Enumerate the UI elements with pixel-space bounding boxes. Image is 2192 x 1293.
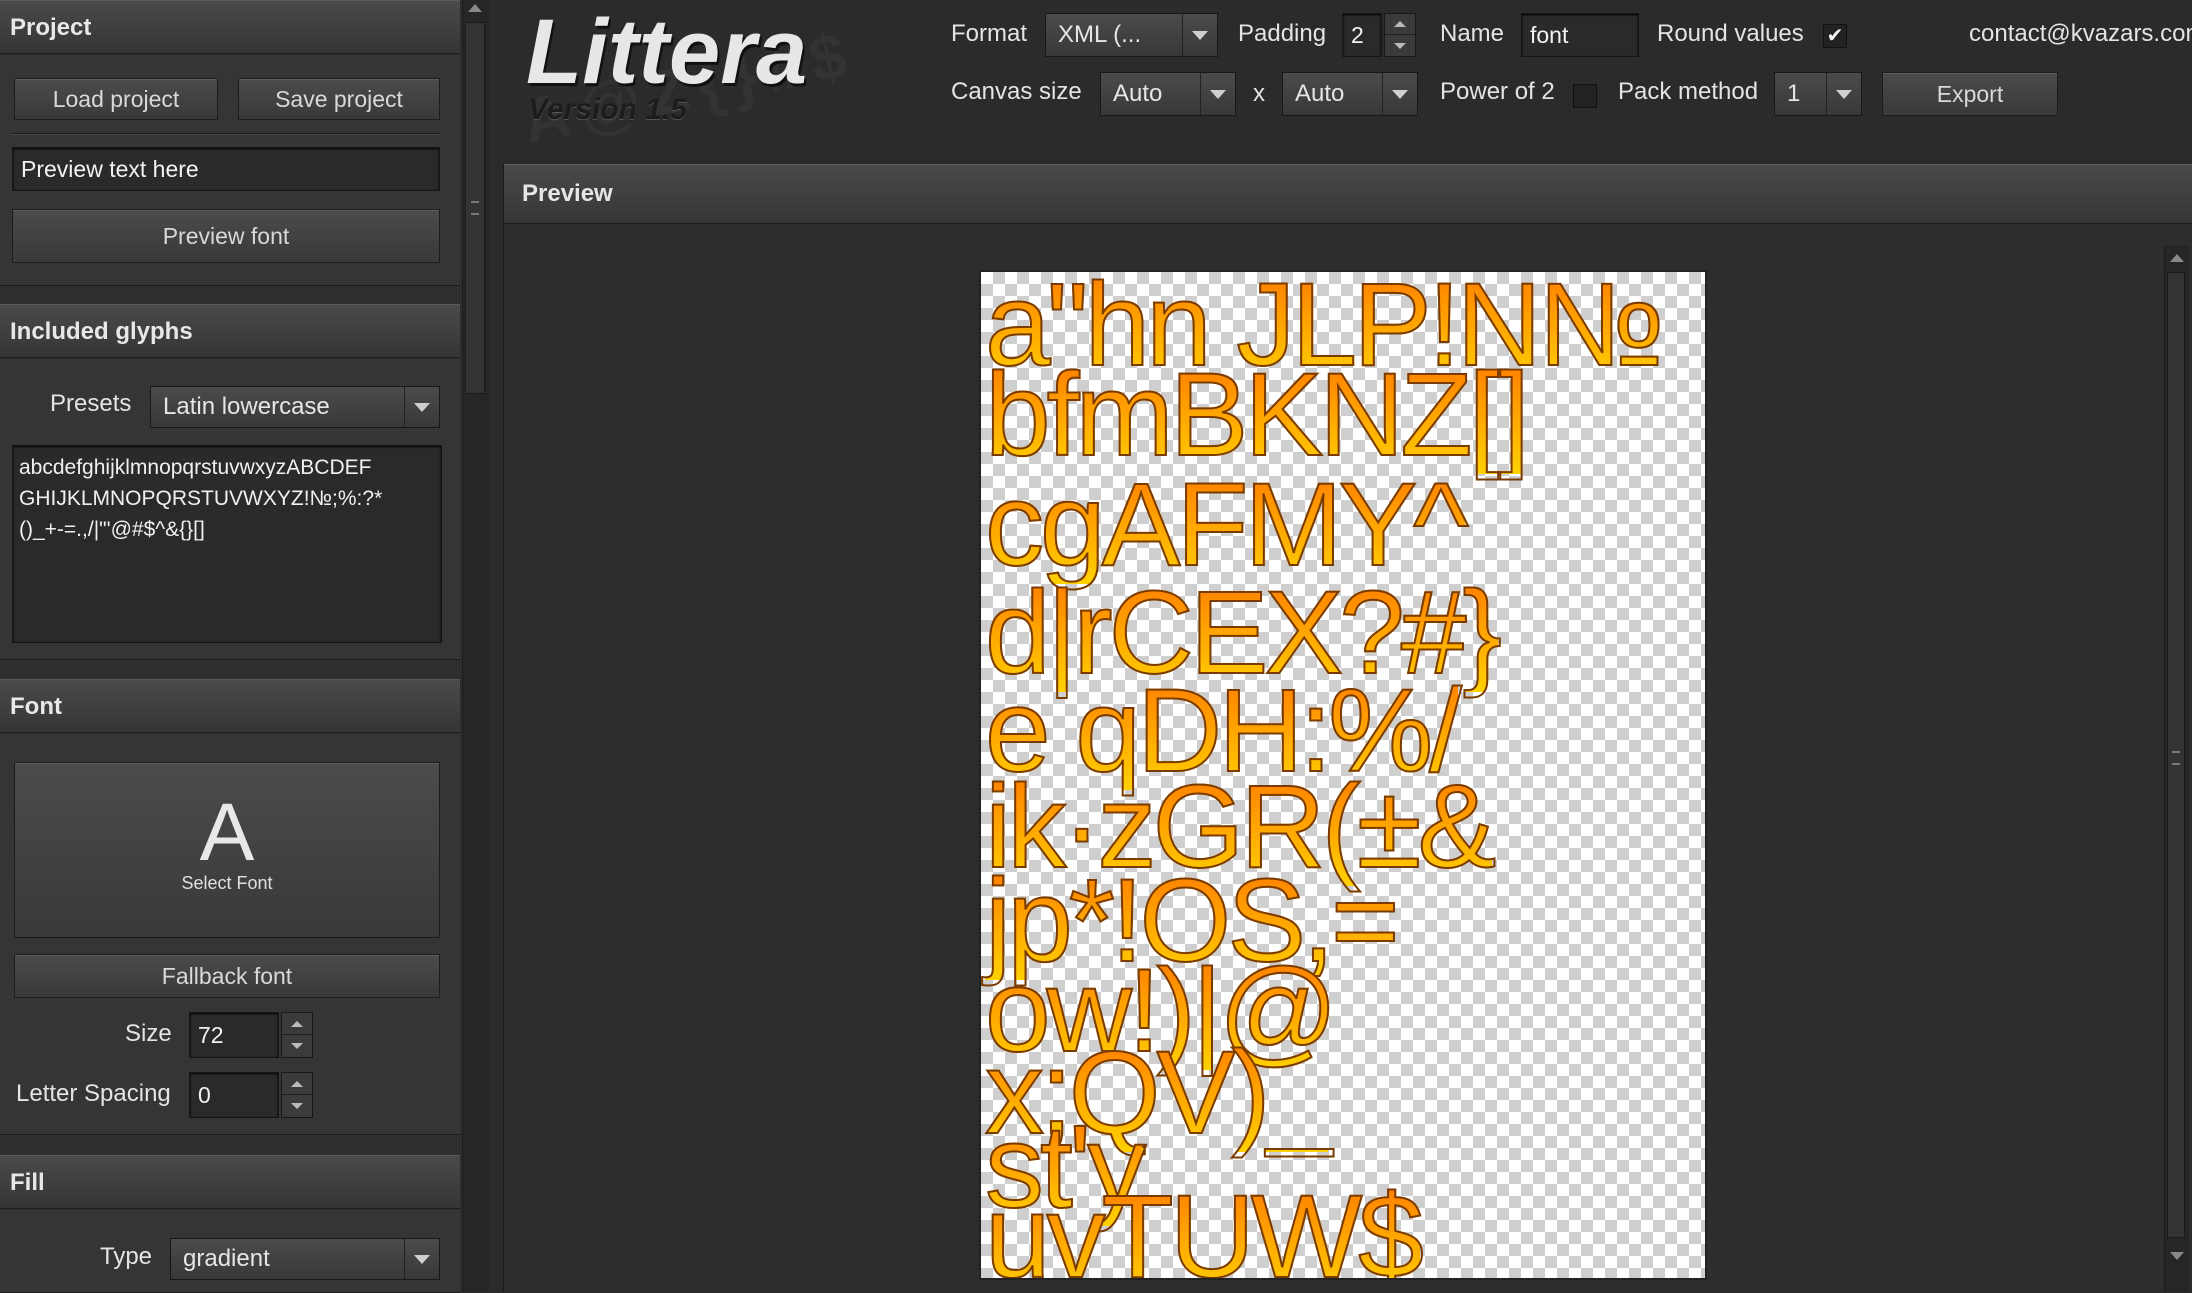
pack-method-select[interactable]: 1: [1774, 72, 1862, 116]
select-font-label: Select Font: [181, 873, 273, 893]
chevron-down-icon: [404, 1239, 439, 1279]
preview-scrollbar[interactable]: [2164, 246, 2189, 1292]
name-input[interactable]: font: [1521, 13, 1639, 57]
preview-text-input[interactable]: Preview text here: [12, 147, 440, 191]
chevron-down-icon: [404, 387, 439, 427]
font-a-icon: A: [199, 787, 255, 878]
format-select[interactable]: XML (...: [1045, 13, 1218, 57]
preview-panel: Preview a"hn JLP!N№ bfmBKNZ[] cgAFMY^ d|…: [503, 164, 2192, 1292]
load-project-button[interactable]: Load project: [14, 78, 218, 120]
pack-method-label: Pack method: [1618, 78, 1759, 105]
preview-title: Preview: [522, 180, 613, 207]
preview-header: Preview: [504, 164, 2192, 224]
round-values-label: Round values: [1657, 20, 1804, 47]
glyphs-panel: Presets Latin lowercase abcdefghijklmnop…: [0, 359, 460, 660]
size-label: Size: [125, 1020, 172, 1047]
logo-area: A@Z{}#$ Littera Version 1.5: [490, 0, 920, 160]
canvas-width-select[interactable]: Auto: [1100, 72, 1236, 116]
up-arrow-icon[interactable]: [282, 1073, 312, 1095]
name-label: Name: [1440, 20, 1505, 47]
project-title: Project: [10, 14, 92, 41]
divider: [12, 133, 440, 134]
fill-title: Fill: [10, 1169, 45, 1196]
letter-spacing-label: Letter Spacing: [16, 1080, 171, 1107]
presets-value: Latin lowercase: [163, 393, 330, 420]
glyphs-line: ()_+-=.,/|"'@#$^&{}[]: [19, 518, 205, 541]
round-values-checkbox[interactable]: ✔: [1823, 24, 1847, 48]
fill-panel-header[interactable]: Fill: [0, 1155, 460, 1209]
contact-link[interactable]: contact@kvazars.com: [1969, 20, 2192, 48]
fill-type-select[interactable]: gradient: [170, 1238, 440, 1280]
down-arrow-icon[interactable]: [1385, 35, 1415, 56]
down-arrow-icon[interactable]: [282, 1035, 312, 1057]
scroll-up-icon[interactable]: [2170, 254, 2184, 262]
project-panel: Load project Save project Preview text h…: [0, 55, 460, 286]
logo-text: Littera: [526, 1, 808, 103]
chevron-down-icon: [1826, 73, 1861, 115]
fill-type-label: Type: [100, 1243, 153, 1270]
left-panel: Project Load project Save project Previe…: [0, 0, 462, 1293]
font-panel-header[interactable]: Font: [0, 679, 460, 733]
pack-method-value: 1: [1787, 80, 1801, 107]
size-stepper[interactable]: [281, 1012, 313, 1058]
canvas-x-label: x: [1253, 80, 1265, 107]
presets-select[interactable]: Latin lowercase: [150, 386, 440, 428]
glyphs-textarea[interactable]: abcdefghijklmnopqrstuvwxyzABCDEF GHIJKLM…: [12, 445, 442, 643]
down-arrow-icon[interactable]: [282, 1095, 312, 1117]
format-value: XML (...: [1058, 21, 1142, 48]
format-label: Format: [951, 20, 1028, 47]
canvas-height-value: Auto: [1295, 80, 1345, 107]
padding-stepper[interactable]: [1384, 13, 1416, 57]
glyphs-title: Included glyphs: [10, 318, 193, 345]
glyphs-panel-header[interactable]: Included glyphs: [0, 304, 460, 358]
presets-label: Presets: [50, 390, 132, 417]
font-title: Font: [10, 693, 62, 720]
chevron-down-icon: [1182, 14, 1217, 56]
scroll-down-icon[interactable]: [2170, 1252, 2184, 1260]
glyphs-line: abcdefghijklmnopqrstuvwxyzABCDEF: [19, 456, 372, 479]
canvas-width-value: Auto: [1113, 80, 1163, 107]
padding-label: Padding: [1238, 20, 1327, 47]
power-of-2-label: Power of 2: [1440, 78, 1555, 105]
canvas-height-select[interactable]: Auto: [1282, 72, 1418, 116]
version-label: Version 1.5: [528, 93, 687, 126]
save-project-button[interactable]: Save project: [238, 78, 440, 120]
scroll-thumb[interactable]: [465, 22, 485, 394]
select-font-button[interactable]: A Select Font: [14, 762, 440, 938]
check-icon: ✔: [1826, 25, 1844, 47]
size-input[interactable]: 72: [189, 1012, 279, 1058]
scroll-thumb[interactable]: [2167, 272, 2185, 1238]
project-panel-header[interactable]: Project: [0, 0, 460, 54]
font-atlas-canvas[interactable]: a"hn JLP!N№ bfmBKNZ[] cgAFMY^ d|rCEX?#} …: [979, 270, 1707, 1280]
preview-font-button[interactable]: Preview font: [12, 209, 440, 263]
up-arrow-icon[interactable]: [1385, 14, 1415, 35]
font-panel: A Select Font Fallback font Size 72 Lett…: [0, 734, 460, 1135]
padding-input[interactable]: 2: [1342, 13, 1382, 57]
power-of-2-checkbox[interactable]: [1573, 84, 1597, 108]
letter-spacing-input[interactable]: 0: [189, 1072, 279, 1118]
canvas-size-label: Canvas size: [951, 78, 1082, 105]
fill-type-value: gradient: [183, 1245, 270, 1272]
up-arrow-icon[interactable]: [282, 1013, 312, 1035]
fill-panel: Type gradient: [0, 1210, 460, 1293]
left-panel-scrollbar[interactable]: [462, 0, 489, 1292]
export-button[interactable]: Export: [1882, 72, 2058, 116]
chevron-down-icon: [1200, 73, 1235, 115]
glyph-row: bfmBKNZ[]: [984, 349, 1531, 481]
glyph-row: uvTUW$: [984, 1177, 1425, 1278]
fallback-font-button[interactable]: Fallback font: [14, 954, 440, 998]
glyphs-line: GHIJKLMNOPQRSTUVWXYZ!№;%:?*: [19, 487, 383, 510]
letter-spacing-stepper[interactable]: [281, 1072, 313, 1118]
scroll-up-icon[interactable]: [468, 4, 482, 12]
chevron-down-icon: [1382, 73, 1417, 115]
